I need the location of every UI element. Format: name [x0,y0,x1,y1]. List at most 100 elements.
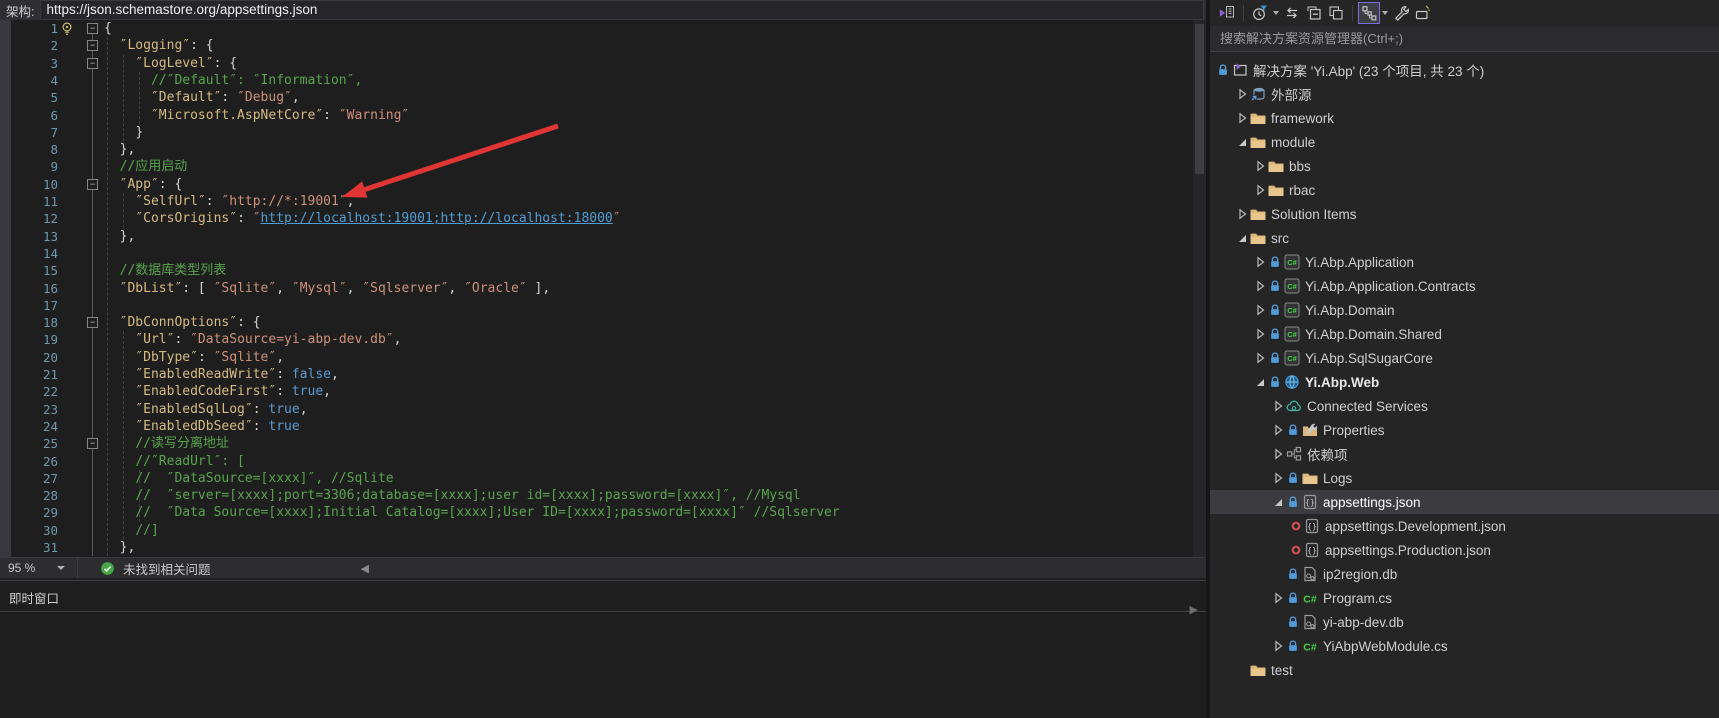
collapse-arrow-icon[interactable] [1252,254,1268,270]
tree-item-src[interactable]: src [1210,226,1719,250]
tree-item-解决方案-'yi.abp'-23-个项目-共-23-个-[interactable]: 解决方案 'Yi.Abp' (23 个项目, 共 23 个) [1210,58,1719,82]
collapse-arrow-icon[interactable] [1234,110,1250,126]
editor-line[interactable]: 13 }, [0,228,1200,245]
editor-line[interactable]: 8 }, [0,141,1200,158]
code-area[interactable]: 1{2 ″Logging″: {3 ″LogLevel″: {4 //″Defa… [0,20,1206,557]
collapse-arrow-icon[interactable] [1270,638,1286,654]
expand-arrow-icon[interactable] [1252,374,1268,390]
tree-item-yi.abp.web[interactable]: Yi.Abp.Web [1210,370,1719,394]
editor-line[interactable]: 18 ″DbConnOptions″: { [0,314,1200,331]
preview-selected-items-button[interactable] [1412,2,1434,24]
tree-item-appsettings.production.json[interactable]: {}appsettings.Production.json [1210,538,1719,562]
collapse-arrow-icon[interactable] [1270,446,1286,462]
collapse-arrow-icon[interactable] [1270,590,1286,606]
scroll-left-button[interactable]: ◀ [361,562,369,575]
collapse-arrow-icon[interactable] [1234,86,1250,102]
tree-item-test[interactable]: test [1210,658,1719,682]
tree-item-yiabpwebmodule.cs[interactable]: C#YiAbpWebModule.cs [1210,634,1719,658]
collapse-arrow-icon[interactable] [1252,158,1268,174]
switch-views-button[interactable] [1216,2,1238,24]
fold-toggle[interactable]: − [87,23,98,34]
solution-explorer-search-input[interactable]: 搜索解决方案资源管理器(Ctrl+;) [1210,26,1719,52]
editor-line[interactable]: 29 // ″Data Source=[xxxx];Initial Catalo… [0,504,1200,521]
editor-line[interactable]: 27 // ″DataSource=[xxxx]″, //Sqlite [0,470,1200,487]
tree-item-yi.abp.domain.shared[interactable]: C#Yi.Abp.Domain.Shared [1210,322,1719,346]
tree-item-framework[interactable]: framework [1210,106,1719,130]
editor-line[interactable]: 24 ″EnabledDbSeed″: true [0,418,1200,435]
editor-line[interactable]: 21 ″EnabledReadWrite″: false, [0,366,1200,383]
collapse-arrow-icon[interactable] [1270,470,1286,486]
editor-line[interactable]: 2 ″Logging″: { [0,37,1200,54]
fold-toggle[interactable]: − [87,40,98,51]
tree-item-yi-abp-dev.db[interactable]: yi-abp-dev.db [1210,610,1719,634]
tree-item-appsettings.json[interactable]: {}appsettings.json [1210,490,1719,514]
url-link[interactable]: http://localhost:19001;http://localhost:… [261,211,613,226]
collapse-all-button[interactable] [1303,2,1325,24]
tree-item-properties[interactable]: Properties [1210,418,1719,442]
editor-line[interactable]: 9 //应用启动 [0,158,1200,175]
file-nesting-button[interactable] [1358,2,1380,24]
collapse-arrow-icon[interactable] [1270,422,1286,438]
fold-toggle[interactable]: − [87,179,98,190]
tree-item-rbac[interactable]: rbac [1210,178,1719,202]
zoom-level-select[interactable]: 95 % [0,558,78,578]
editor-line[interactable]: 14 [0,245,1200,262]
vertical-scrollbar[interactable] [1193,20,1206,557]
collapse-arrow-icon[interactable] [1252,350,1268,366]
vertical-scrollbar-thumb[interactable] [1195,24,1204,174]
tree-item-logs[interactable]: Logs [1210,466,1719,490]
editor-line[interactable]: 23 ″EnabledSqlLog″: true, [0,401,1200,418]
expand-arrow-icon[interactable] [1234,230,1250,246]
fold-toggle[interactable]: − [87,438,98,449]
sync-with-active-document-button[interactable] [1281,2,1303,24]
chevron-down-icon[interactable] [1380,2,1390,24]
editor-line[interactable]: 30 //] [0,522,1200,539]
chevron-down-icon[interactable] [1271,2,1281,24]
editor-line[interactable]: 19 ″Url″: ″DataSource=yi-abp-dev.db″, [0,331,1200,348]
collapse-arrow-icon[interactable] [1270,398,1286,414]
tree-item-yi.abp.sqlsugarcore[interactable]: C#Yi.Abp.SqlSugarCore [1210,346,1719,370]
tree-item-yi.abp.application.contracts[interactable]: C#Yi.Abp.Application.Contracts [1210,274,1719,298]
editor-line[interactable]: 12 ″CorsOrigins″: ″http://localhost:1900… [0,210,1200,227]
collapse-arrow-icon[interactable] [1252,278,1268,294]
tree-item-ip2region.db[interactable]: ip2region.db [1210,562,1719,586]
editor-line[interactable]: 1{ [0,20,1200,37]
scroll-right-button[interactable]: ▶ [1190,603,1198,616]
properties-button[interactable] [1390,2,1412,24]
expand-arrow-icon[interactable] [1234,134,1250,150]
editor-line[interactable]: 10 ″App″: { [0,176,1200,193]
expand-arrow-icon[interactable] [1270,494,1286,510]
tree-item-appsettings.development.json[interactable]: {}appsettings.Development.json [1210,514,1719,538]
editor-line[interactable]: 3 ″LogLevel″: { [0,55,1200,72]
editor-line[interactable]: 22 ″EnabledCodeFirst″: true, [0,383,1200,400]
tree-item-yi.abp.application[interactable]: C#Yi.Abp.Application [1210,250,1719,274]
tree-item-外部源[interactable]: 外部源 [1210,82,1719,106]
editor-line[interactable]: 20 ″DbType″: ″Sqlite″, [0,349,1200,366]
tree-item-bbs[interactable]: bbs [1210,154,1719,178]
collapse-arrow-icon[interactable] [1252,326,1268,342]
schema-url-combobox[interactable]: https://json.schemastore.org/appsettings… [40,0,1204,20]
editor-line[interactable]: 25 //读写分离地址 [0,435,1200,452]
document-health-check-icon[interactable] [100,561,115,576]
show-all-files-button[interactable] [1325,2,1347,24]
collapse-arrow-icon[interactable] [1252,182,1268,198]
tree-item-program.cs[interactable]: C#Program.cs [1210,586,1719,610]
collapse-arrow-icon[interactable] [1252,302,1268,318]
editor-line[interactable]: 5 ″Default″: ″Debug″, [0,89,1200,106]
tree-item-yi.abp.domain[interactable]: C#Yi.Abp.Domain [1210,298,1719,322]
editor-line[interactable]: 15 //数据库类型列表 [0,262,1200,279]
fold-toggle[interactable]: − [87,58,98,69]
tree-item-connected-services[interactable]: Connected Services [1210,394,1719,418]
editor-line[interactable]: 7 } [0,124,1200,141]
editor-line[interactable]: 31 }, [0,539,1200,556]
editor-line[interactable]: 17 [0,297,1200,314]
pending-changes-filter-button[interactable] [1249,2,1271,24]
quick-actions-lightbulb-icon[interactable] [59,21,75,37]
tree-item-solution-items[interactable]: Solution Items [1210,202,1719,226]
editor-line[interactable]: 26 //″ReadUrl″: [ [0,453,1200,470]
editor-line[interactable]: 11 ″SelfUrl″: ″http://*:19001″, [0,193,1200,210]
editor-line[interactable]: 6 ″Microsoft.AspNetCore″: ″Warning″ [0,107,1200,124]
editor-line[interactable]: 4 //″Default″: ″Information″, [0,72,1200,89]
collapse-arrow-icon[interactable] [1234,206,1250,222]
editor-line[interactable]: 16 ″DbList″: [ ″Sqlite″, ″Mysql″, ″Sqlse… [0,280,1200,297]
